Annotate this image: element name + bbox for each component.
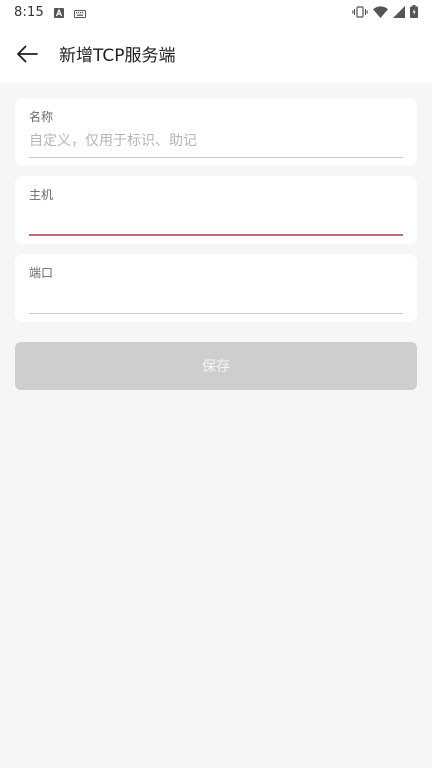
signal-icon (393, 3, 405, 22)
vibrate-icon (352, 3, 368, 22)
port-label: 端口 (29, 266, 54, 280)
app-bar: 新增TCP服务端 (0, 24, 432, 83)
page-title: 新增TCP服务端 (59, 46, 176, 66)
host-field-card: 主机 (15, 176, 417, 244)
port-field-card: 端口 (15, 254, 417, 322)
status-bar-left: 8:15 (14, 3, 86, 22)
host-label: 主机 (29, 188, 54, 202)
back-button[interactable] (15, 42, 39, 66)
arrow-left-icon (17, 45, 38, 62)
font-a-icon (54, 3, 64, 22)
status-bar-right (352, 3, 418, 22)
status-time: 8:15 (14, 4, 44, 20)
keyboard-icon (74, 3, 86, 22)
name-input[interactable] (29, 128, 403, 154)
port-input[interactable] (29, 284, 403, 310)
save-button[interactable]: 保存 (15, 342, 417, 390)
name-field-card: 名称 (15, 98, 417, 166)
host-underline (29, 234, 403, 236)
battery-icon (410, 3, 418, 22)
host-input[interactable] (29, 206, 403, 232)
name-label: 名称 (29, 110, 54, 124)
port-underline (29, 313, 403, 314)
name-underline (29, 157, 403, 158)
screen: 8:15 新增TCP服务端 名称 自定义，仅用于标识、助记 主机 端口 保存 (0, 0, 432, 768)
wifi-icon (373, 3, 388, 22)
status-bar: 8:15 (0, 0, 432, 24)
